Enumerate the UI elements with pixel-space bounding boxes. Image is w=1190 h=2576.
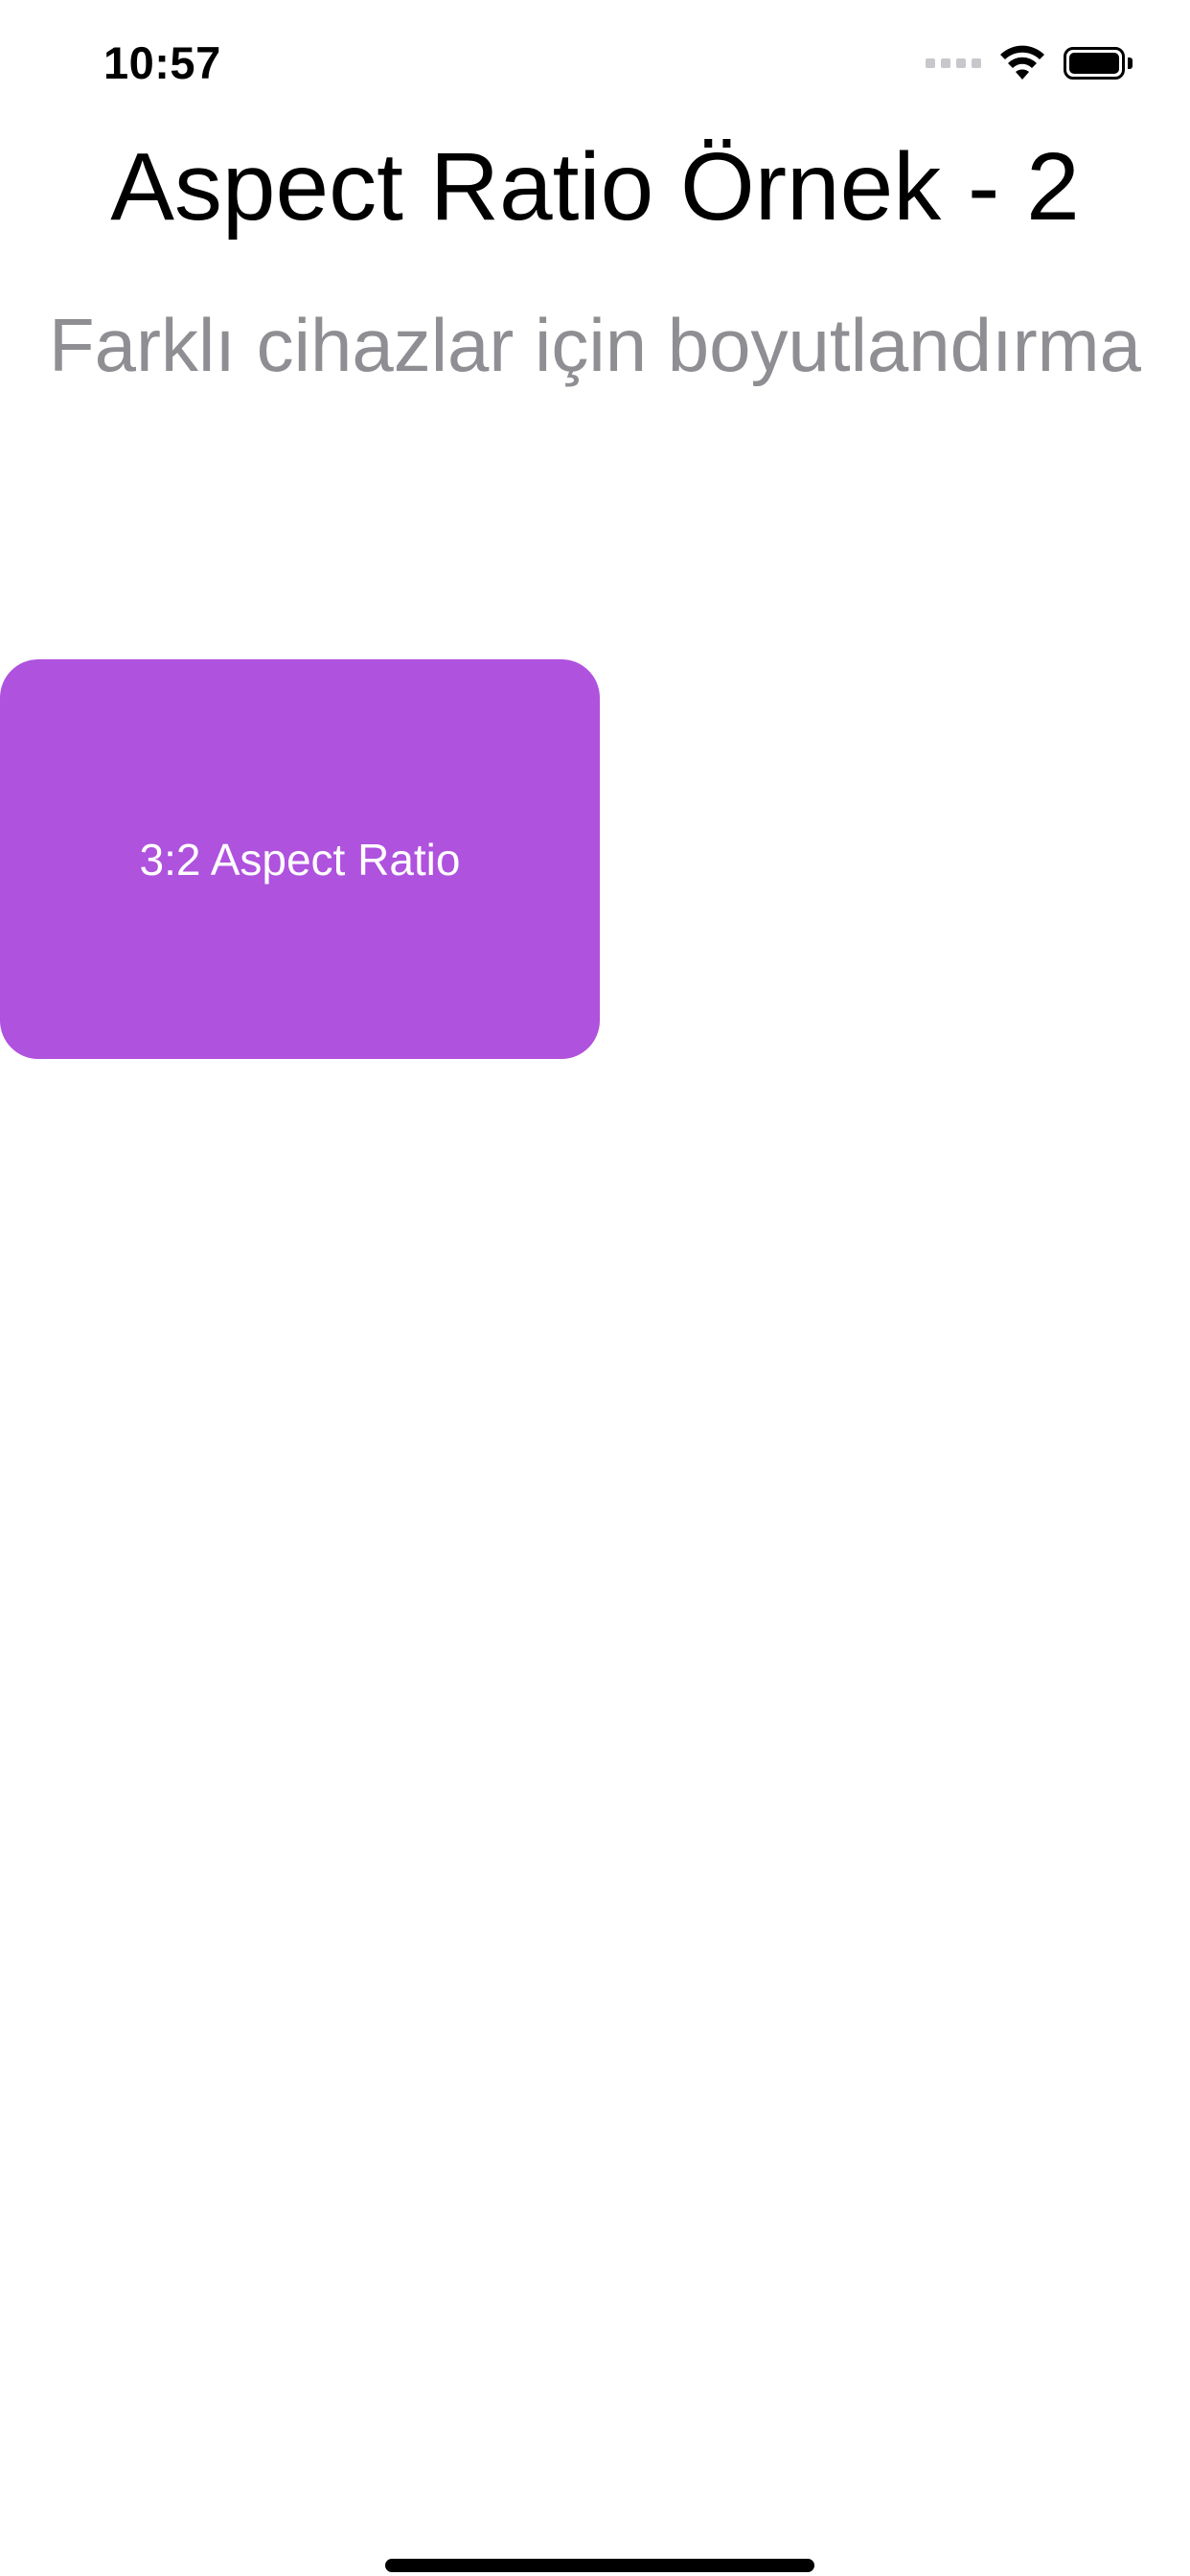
aspect-ratio-box: 3:2 Aspect Ratio [0,659,600,1059]
battery-icon [1064,47,1133,80]
aspect-ratio-label: 3:2 Aspect Ratio [139,834,461,885]
home-indicator[interactable] [385,2559,814,2572]
page-title: Aspect Ratio Örnek - 2 [110,133,1080,241]
status-indicators [926,42,1133,84]
cellular-signal-icon [926,58,981,68]
wifi-icon [1000,45,1044,80]
status-bar: 10:57 [0,0,1190,125]
status-time: 10:57 [103,37,221,88]
page-subtitle: Farklı cihazlar için boyutlandırma [48,303,1142,387]
